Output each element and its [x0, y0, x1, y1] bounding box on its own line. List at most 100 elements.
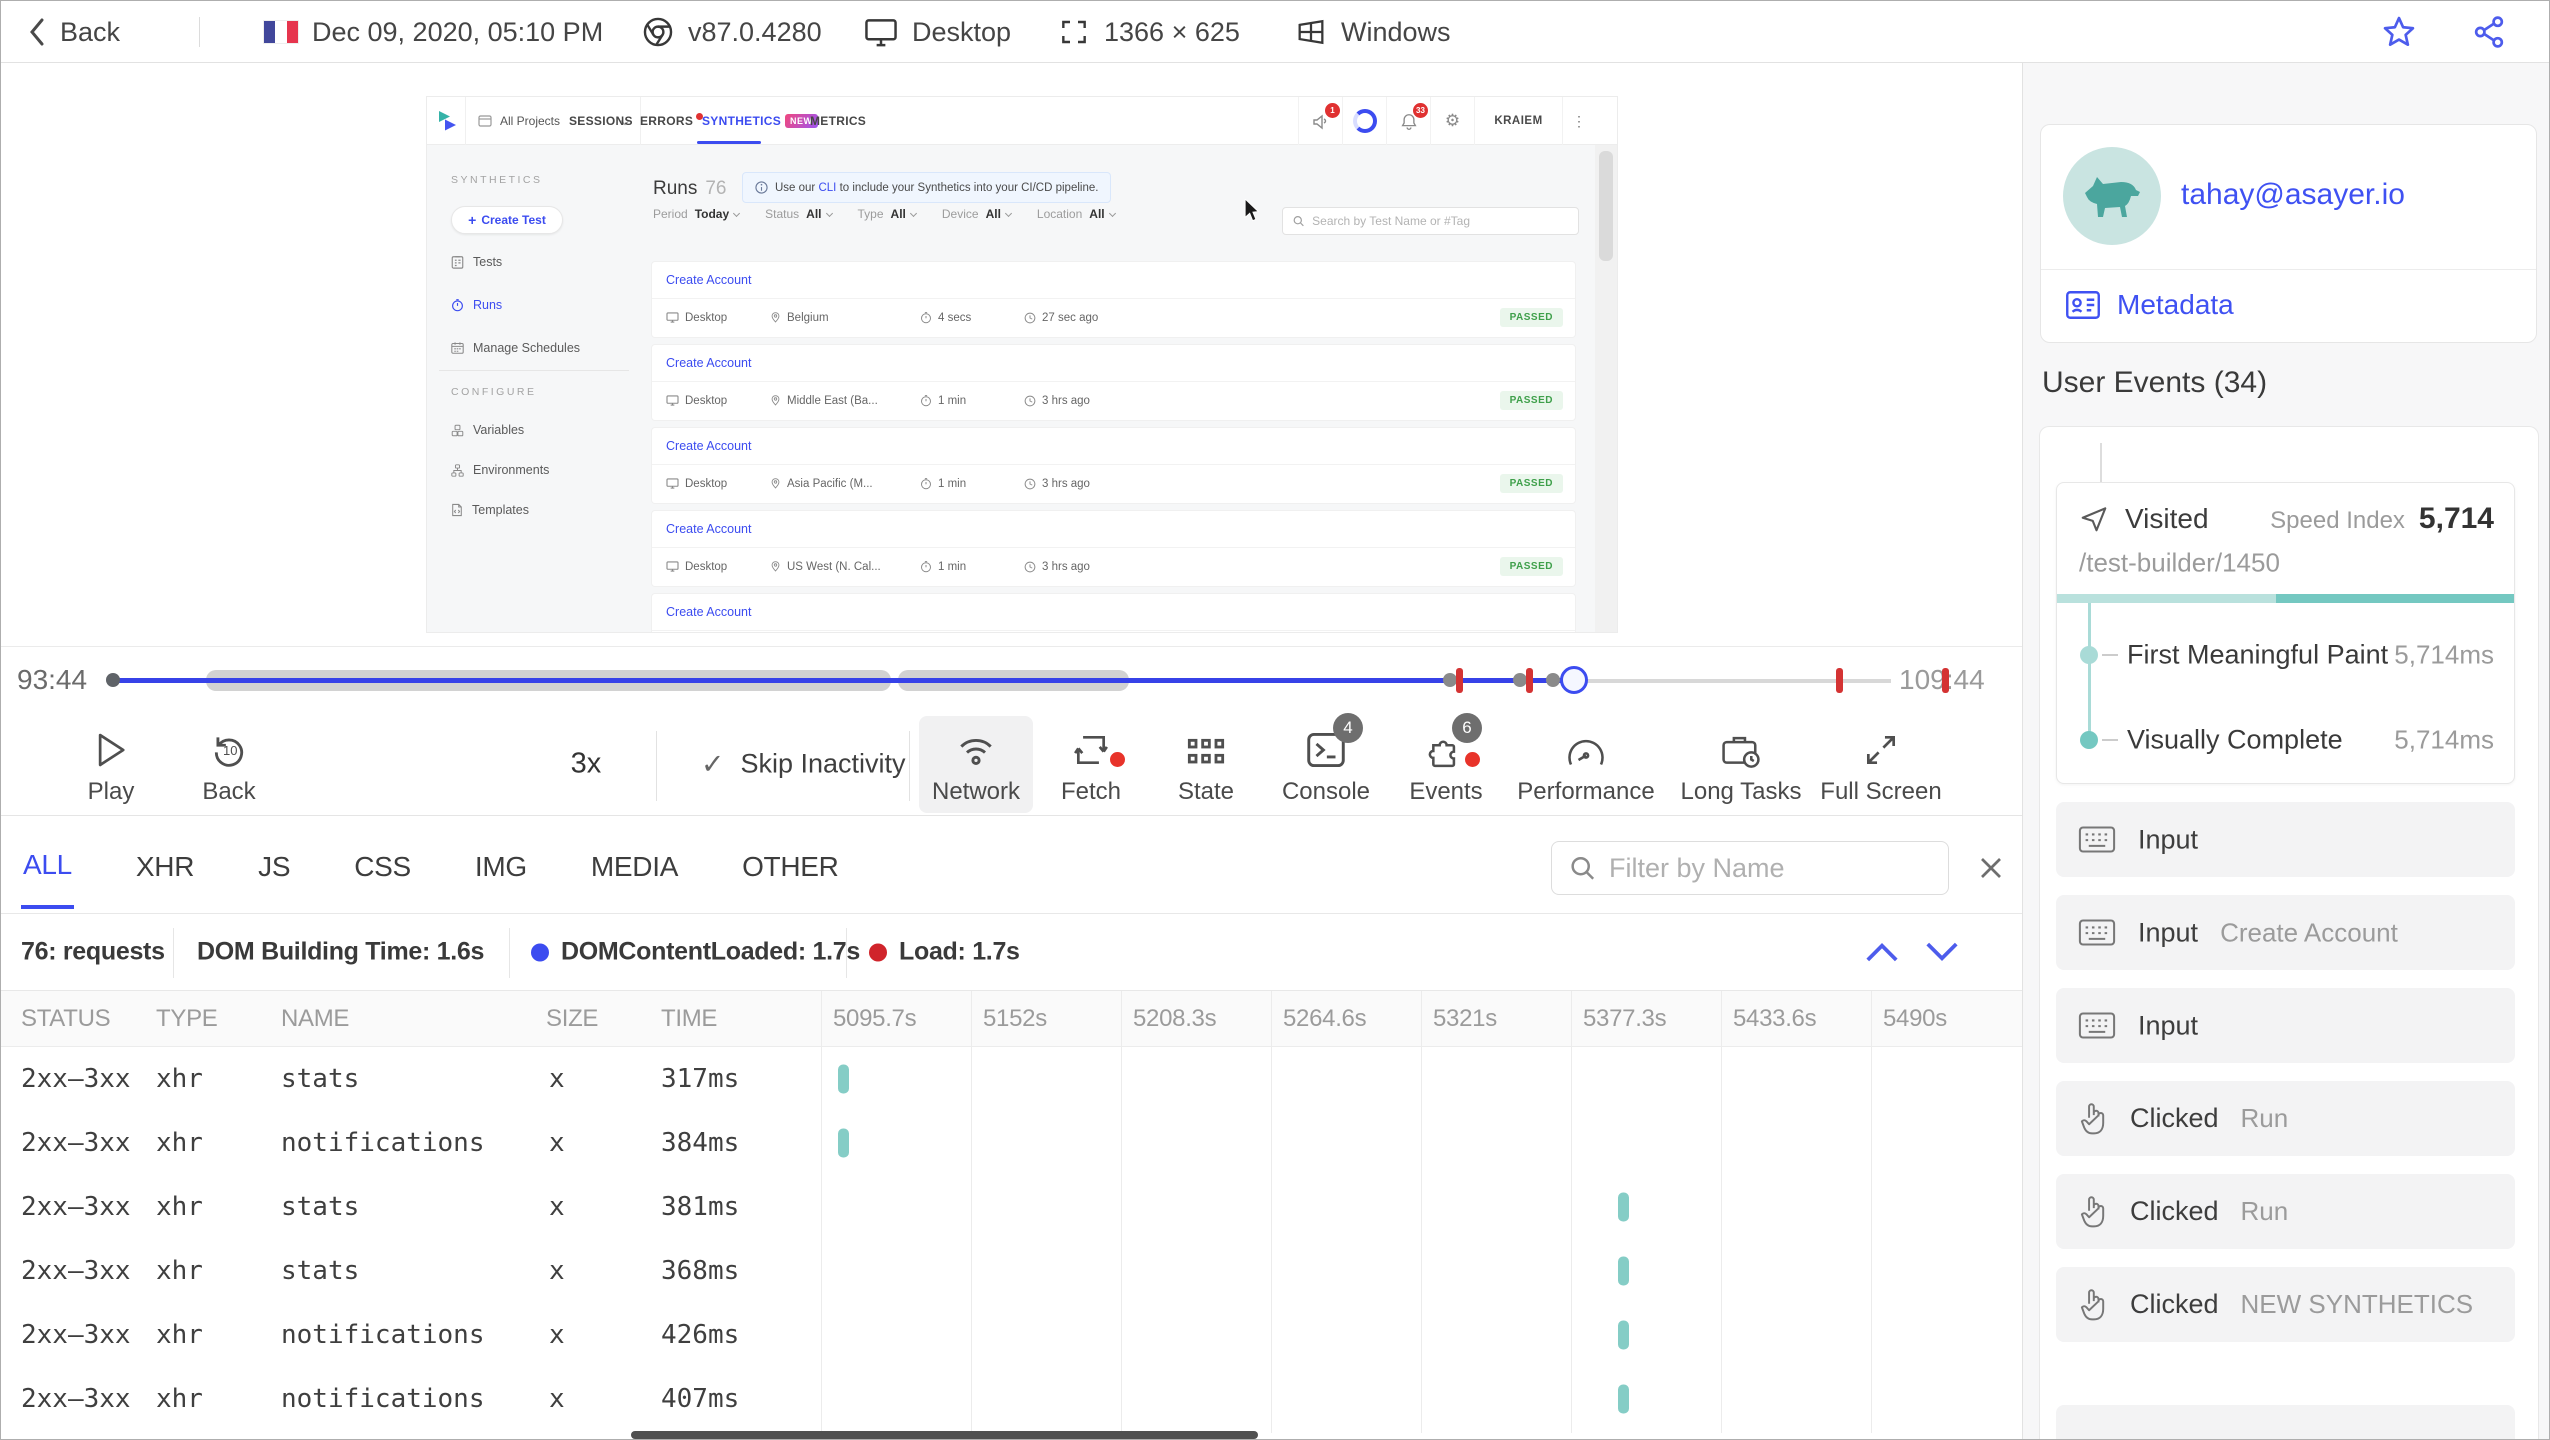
avatar	[2063, 147, 2161, 245]
sidebar-item-runs: Runs	[451, 298, 502, 312]
dcl-dot-icon	[531, 943, 549, 961]
share-button[interactable]	[2469, 1, 2509, 63]
clock-icon	[1024, 312, 1036, 323]
event-card-partial[interactable]	[2056, 1405, 2515, 1439]
jump-next-button[interactable]	[1923, 939, 1961, 965]
panel-button-long-tasks[interactable]: Long Tasks	[1666, 727, 1816, 806]
tab-all[interactable]: ALL	[21, 821, 74, 909]
back-label: Back	[60, 16, 121, 47]
clipboard-icon	[451, 256, 464, 269]
col-t6: 5433.6s	[1733, 1004, 1817, 1032]
captured-app-logo-icon	[437, 109, 459, 133]
close-panel-button[interactable]	[1976, 853, 2006, 883]
player-timeline[interactable]: 93:44 109:44	[1, 646, 2022, 713]
event-card-clicked[interactable]: Clicked Run	[2056, 1081, 2515, 1156]
network-row-4[interactable]: 2xx–3xx xhr notifications x 426ms	[1, 1303, 2022, 1367]
device-type: Desktop	[863, 1, 1011, 63]
device-type-label: Desktop	[912, 16, 1012, 47]
network-horizontal-scrollbar[interactable]	[631, 1431, 1258, 1439]
col-t1: 5152s	[983, 1004, 1047, 1032]
animal-avatar-icon	[2085, 177, 2140, 217]
tab-js[interactable]: JS	[256, 823, 292, 907]
network-row-2[interactable]: 2xx–3xx xhr stats x 381ms	[1, 1175, 2022, 1239]
network-row-3[interactable]: 2xx–3xx xhr stats x 368ms	[1, 1239, 2022, 1303]
user-email-link[interactable]: tahay@asayer.io	[2181, 178, 2405, 212]
tab-other[interactable]: OTHER	[740, 823, 841, 907]
timeline-played-track[interactable]	[111, 678, 1574, 683]
tab-css[interactable]: CSS	[352, 823, 413, 907]
col-name: NAME	[281, 1004, 350, 1032]
briefcase-clock-icon	[1720, 727, 1762, 769]
paint-progress-bar	[2057, 594, 2514, 603]
sidebar-item-templates: Templates	[451, 503, 529, 517]
announcements-button: 1	[1298, 97, 1342, 145]
browser-version-label: v87.0.4280	[688, 16, 822, 47]
request-timing-bar	[837, 1064, 849, 1094]
pointer-hand-icon	[2080, 1102, 2105, 1134]
tab-xhr[interactable]: XHR	[134, 823, 196, 907]
project-selector-label: All Projects	[500, 114, 561, 128]
cli-banner: Use our CLI to include your Synthetics i…	[742, 172, 1112, 203]
id-card-icon	[2066, 291, 2100, 319]
info-icon	[755, 181, 768, 194]
favorite-button[interactable]	[2379, 1, 2419, 63]
event-card-input[interactable]: Input	[2056, 988, 2515, 1063]
back-10s-button[interactable]: 10 Back	[154, 727, 304, 806]
request-timing-bar	[837, 1128, 849, 1158]
console-icon: 4	[1305, 713, 1363, 769]
timeline-start-dot	[106, 673, 120, 687]
run-name-link: Create Account	[666, 522, 752, 536]
metadata-button[interactable]: Metadata	[2065, 289, 2234, 321]
speed-index: Speed Index 5,714	[2270, 502, 2494, 535]
windows-icon	[1294, 15, 1328, 49]
col-size: SIZE	[546, 1004, 599, 1032]
status-badge: PASSED	[1499, 557, 1563, 576]
network-filter-box[interactable]	[1551, 841, 1949, 895]
event-card-clicked[interactable]: Clicked Run	[2056, 1174, 2515, 1249]
timeline-scrubber-handle[interactable]	[1560, 666, 1588, 694]
event-card-clicked[interactable]: Clicked NEW SYNTHETICS	[2056, 1267, 2515, 1342]
jump-previous-button[interactable]	[1863, 939, 1901, 965]
panel-button-performance[interactable]: Performance	[1511, 727, 1661, 806]
panel-button-events[interactable]: 6 Events	[1371, 713, 1521, 806]
player-controls: Play 10 Back 3x ✓ Skip Inactivity Networ…	[1, 713, 2022, 816]
col-t5: 5377.3s	[1583, 1004, 1667, 1032]
network-row-1[interactable]: 2xx–3xx xhr notifications x 384ms	[1, 1111, 2022, 1175]
session-replay-screen: Back Dec 09, 2020, 05:10 PM v87.0.4280 D…	[0, 0, 2550, 1440]
event-card-input[interactable]: Input Create Account	[2056, 895, 2515, 970]
timeline-remaining-track[interactable]	[1574, 679, 1891, 683]
network-row-0[interactable]: 2xx–3xx xhr stats x 317ms	[1, 1047, 2022, 1111]
back-button[interactable]: Back	[27, 1, 120, 63]
panel-button-full-screen[interactable]: Full Screen	[1806, 727, 1956, 806]
gear-icon: ⚙	[1444, 111, 1461, 130]
active-tab-underline	[697, 141, 761, 144]
captured-app-scrollbar	[1595, 145, 1617, 632]
more-menu: ⋮	[1562, 97, 1595, 145]
event-card-input[interactable]: Input	[2056, 802, 2515, 877]
network-filter-input[interactable]	[1608, 852, 1930, 884]
resolution-icon	[1057, 16, 1091, 48]
close-icon	[1981, 858, 2001, 878]
calendar-icon	[451, 342, 464, 354]
tab-media[interactable]: MEDIA	[589, 823, 680, 907]
session-date: Dec 09, 2020, 05:10 PM	[263, 1, 603, 63]
visited-event-card[interactable]: Visited Speed Index 5,714 /test-builder/…	[2056, 482, 2515, 784]
visited-title: Visited	[2079, 503, 2209, 535]
status-badge: PASSED	[1499, 391, 1563, 410]
clock-icon	[1024, 561, 1036, 572]
skip-inactivity-toggle[interactable]: ✓ Skip Inactivity	[701, 748, 906, 781]
tab-img[interactable]: IMG	[473, 823, 529, 907]
timeline-event-dot	[1546, 673, 1560, 687]
network-row-5[interactable]: 2xx–3xx xhr notifications x 407ms	[1, 1367, 2022, 1431]
speed-button[interactable]: 3x	[571, 748, 602, 781]
scrollbar-thumb	[1599, 151, 1613, 261]
monitor-icon	[666, 561, 679, 572]
col-type: TYPE	[156, 1004, 218, 1032]
status-badge: PASSED	[1499, 308, 1563, 327]
keyboard-icon	[2078, 1012, 2116, 1039]
monitor-icon	[666, 395, 679, 406]
load-time: Load: 1.7s	[869, 938, 1020, 967]
session-info-sidebar: tahay@asayer.io Metadata User Events (34…	[2022, 63, 2549, 1439]
captured-app-body: SYNTHETICS + Create Test Tests Runs Manag…	[427, 145, 1595, 632]
status-badge: PASSED	[1499, 474, 1563, 493]
